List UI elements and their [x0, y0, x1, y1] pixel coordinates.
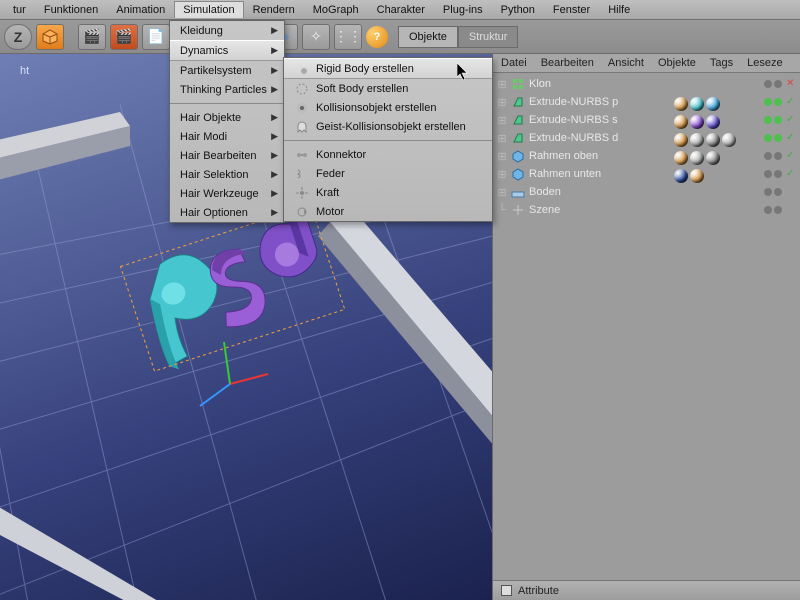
- sim-menu-item[interactable]: Hair Objekte▶: [170, 108, 284, 127]
- menu-simulation[interactable]: Simulation: [174, 1, 243, 18]
- attribute-tab-label[interactable]: Attribute: [518, 585, 559, 597]
- om-menu-datei[interactable]: Datei: [501, 57, 527, 69]
- dynamics-submenu[interactable]: Rigid Body erstellenSoft Body erstellenK…: [283, 57, 493, 222]
- menu-rendern[interactable]: Rendern: [244, 1, 304, 19]
- om-menu-tags[interactable]: Tags: [710, 57, 733, 69]
- menu-plugins[interactable]: Plug-ins: [434, 1, 492, 19]
- tag-ball[interactable]: [706, 97, 720, 111]
- object-row[interactable]: ⊞Extrude-NURBS s✓: [493, 111, 800, 129]
- main-toolbar: Z 🎬 🎬 📄 ◈ ❀ ✦ ◆ ✧ ⋮⋮ ? Objekte Struktur: [0, 20, 800, 54]
- om-menu-bearbeiten[interactable]: Bearbeiten: [541, 57, 594, 69]
- om-menu-objekte[interactable]: Objekte: [658, 57, 696, 69]
- dyn-menu-item[interactable]: Feder: [284, 164, 492, 183]
- tab-objekte[interactable]: Objekte: [398, 26, 458, 48]
- tag-ball[interactable]: [690, 169, 704, 183]
- om-menu-lesezeichen[interactable]: Leseze: [747, 57, 782, 69]
- sim-menu-item[interactable]: Hair Optionen▶: [170, 203, 284, 222]
- object-manager-menubar[interactable]: Datei Bearbeiten Ansicht Objekte Tags Le…: [493, 54, 800, 73]
- svg-text:ht: ht: [20, 65, 29, 77]
- sim-menu-item[interactable]: Hair Bearbeiten▶: [170, 146, 284, 165]
- menu-animation[interactable]: Animation: [107, 1, 174, 19]
- tag-ball[interactable]: [674, 133, 688, 147]
- tool-f[interactable]: ⋮⋮: [334, 24, 362, 50]
- object-row[interactable]: ⊞Boden: [493, 183, 800, 201]
- sim-menu-item[interactable]: Dynamics▶: [170, 40, 284, 61]
- menu-funktionen[interactable]: Funktionen: [35, 1, 107, 19]
- object-row[interactable]: ⊞Klon✕: [493, 75, 800, 93]
- object-row[interactable]: └Szene: [493, 201, 800, 219]
- menu-hilfe[interactable]: Hilfe: [599, 1, 639, 19]
- dyn-menu-item[interactable]: Konnektor: [284, 145, 492, 164]
- render-button[interactable]: 🎬: [110, 24, 138, 50]
- tag-ball[interactable]: [706, 151, 720, 165]
- menu-fenster[interactable]: Fenster: [544, 1, 599, 19]
- dyn-menu-item[interactable]: Kollisionsobjekt erstellen: [284, 98, 492, 117]
- sim-menu-item[interactable]: Hair Werkzeuge▶: [170, 184, 284, 203]
- tag-ball[interactable]: [722, 133, 736, 147]
- object-row[interactable]: ⊞Rahmen oben✓: [493, 147, 800, 165]
- tag-ball[interactable]: [674, 97, 688, 111]
- sim-menu-item[interactable]: Kleidung▶: [170, 21, 284, 40]
- attribute-tab-bar: Attribute: [493, 580, 800, 600]
- render-settings-button[interactable]: 📄: [142, 24, 170, 50]
- menu-python[interactable]: Python: [492, 1, 544, 19]
- tag-ball[interactable]: [706, 133, 720, 147]
- sim-menu-item[interactable]: Partikelsystem▶: [170, 61, 284, 80]
- dyn-menu-item[interactable]: Kraft: [284, 183, 492, 202]
- undo-button[interactable]: Z: [4, 24, 32, 50]
- dyn-menu-item[interactable]: Motor: [284, 202, 492, 221]
- dyn-menu-item[interactable]: Geist-Kollisionsobjekt erstellen: [284, 117, 492, 136]
- menu-mograph[interactable]: MoGraph: [304, 1, 368, 19]
- tag-ball[interactable]: [690, 151, 704, 165]
- tag-ball[interactable]: [674, 169, 688, 183]
- tag-ball[interactable]: [674, 115, 688, 129]
- cube-button[interactable]: [36, 24, 64, 50]
- menu-charakter[interactable]: Charakter: [368, 1, 434, 19]
- clapper-button[interactable]: 🎬: [78, 24, 106, 50]
- dyn-menu-item[interactable]: Rigid Body erstellen: [284, 58, 492, 79]
- menu-tur[interactable]: tur: [4, 1, 35, 19]
- sim-menu-item[interactable]: Hair Modi▶: [170, 127, 284, 146]
- tag-ball[interactable]: [706, 115, 720, 129]
- object-manager: Datei Bearbeiten Ansicht Objekte Tags Le…: [492, 54, 800, 600]
- tag-ball[interactable]: [690, 97, 704, 111]
- object-row[interactable]: ⊞Extrude-NURBS p✓: [493, 93, 800, 111]
- help-icon[interactable]: ?: [366, 26, 388, 48]
- object-row[interactable]: ⊞Rahmen unten✓: [493, 165, 800, 183]
- dyn-menu-item[interactable]: Soft Body erstellen: [284, 79, 492, 98]
- sim-menu-item[interactable]: Thinking Particles▶: [170, 80, 284, 99]
- object-list[interactable]: ⊞Klon✕⊞Extrude-NURBS p✓⊞Extrude-NURBS s✓…: [493, 73, 800, 221]
- simulation-menu[interactable]: Kleidung▶Dynamics▶Partikelsystem▶Thinkin…: [169, 20, 285, 223]
- om-menu-ansicht[interactable]: Ansicht: [608, 57, 644, 69]
- tab-struktur[interactable]: Struktur: [458, 26, 519, 48]
- attribute-checkbox[interactable]: [501, 585, 512, 596]
- object-row[interactable]: ⊞Extrude-NURBS d✓: [493, 129, 800, 147]
- sim-menu-item[interactable]: Hair Selektion▶: [170, 165, 284, 184]
- tag-area[interactable]: [673, 77, 737, 185]
- tag-ball[interactable]: [690, 115, 704, 129]
- tag-ball[interactable]: [674, 151, 688, 165]
- tag-ball[interactable]: [690, 133, 704, 147]
- menubar[interactable]: tur Funktionen Animation Simulation Rend…: [0, 0, 800, 20]
- tool-e[interactable]: ✧: [302, 24, 330, 50]
